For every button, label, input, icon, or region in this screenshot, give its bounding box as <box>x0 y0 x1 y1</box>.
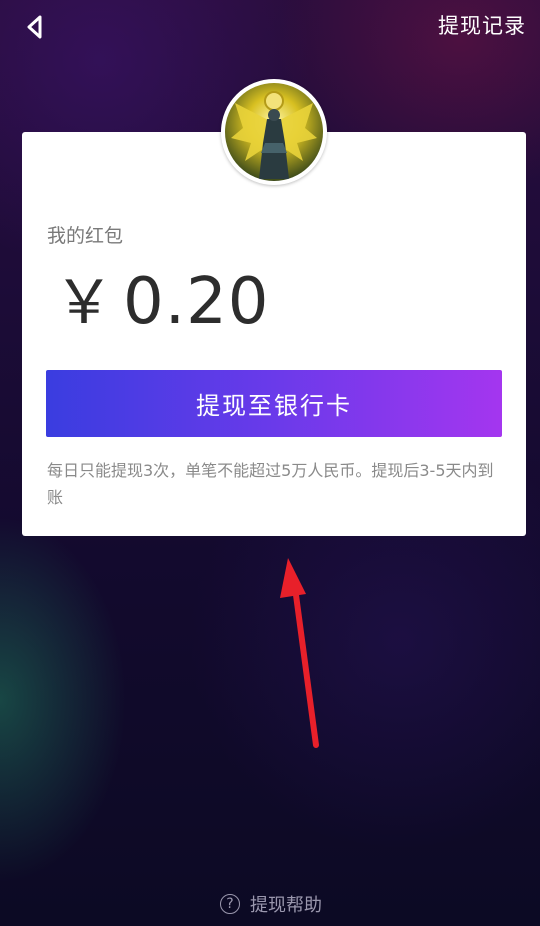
chevron-left-icon <box>27 15 42 39</box>
withdraw-notice: 每日只能提现3次，单笔不能超过5万人民币。提现后3-5天内到账 <box>47 461 494 507</box>
annotation-arrow-icon <box>280 558 319 748</box>
avatar <box>221 79 327 185</box>
withdraw-help-link[interactable]: ? 提现帮助 <box>220 891 322 917</box>
withdraw-to-bank-card-button[interactable]: 提现至银行卡 <box>46 370 502 437</box>
withdraw-screen: 提现记录 我的红包 ￥ 0.20 提现至银行卡 每日只能提现3次，单笔不能超过5… <box>0 0 540 926</box>
withdraw-history-link[interactable]: 提现记录 <box>438 10 526 40</box>
question-circle-icon: ? <box>220 894 240 914</box>
back-button[interactable] <box>18 12 52 42</box>
wallet-label: 我的红包 <box>47 225 124 247</box>
help-label: 提现帮助 <box>250 895 322 916</box>
wallet-card: 我的红包 ￥ 0.20 提现至银行卡 每日只能提现3次，单笔不能超过5万人民币。提… <box>22 132 526 536</box>
balance-amount: ￥ 0.20 <box>54 254 270 341</box>
user-avatar-icon <box>225 83 323 181</box>
balance-value: 0.20 <box>123 265 270 339</box>
currency-symbol: ￥ <box>54 268 115 338</box>
